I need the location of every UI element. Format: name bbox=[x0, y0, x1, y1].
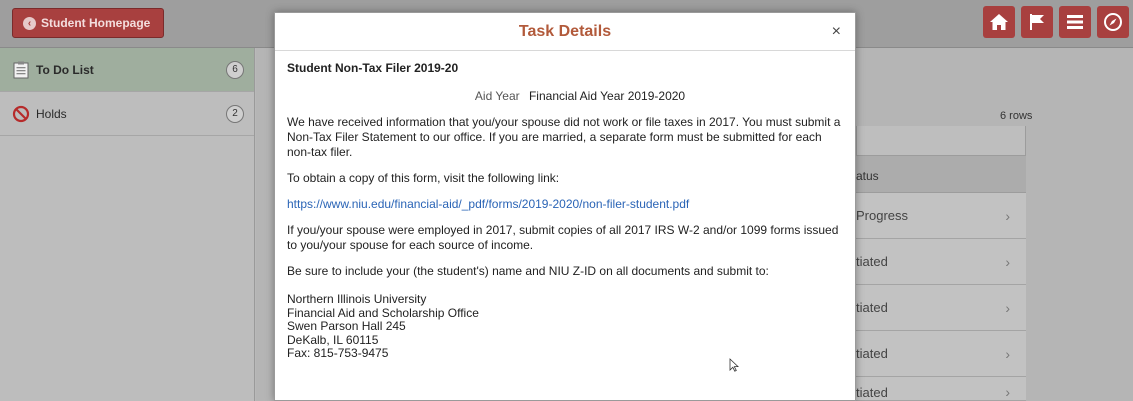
address-line: DeKalb, IL 60115 bbox=[287, 332, 379, 347]
table-row[interactable]: Progress › bbox=[856, 193, 1026, 239]
row-status: tiated bbox=[856, 346, 888, 361]
aid-year-value: Financial Aid Year 2019-2020 bbox=[528, 89, 686, 103]
address-line: Northern Illinois University bbox=[287, 292, 427, 306]
count-badge: 2 bbox=[226, 105, 244, 123]
row-status: tiated bbox=[856, 300, 888, 315]
form-link[interactable]: https://www.niu.edu/financial-aid/_pdf/f… bbox=[287, 197, 689, 212]
table-row[interactable]: tiated › bbox=[856, 239, 1026, 285]
task-description: We have received information that you/yo… bbox=[287, 115, 841, 159]
address-line: Swen Parson Hall 245 bbox=[287, 319, 406, 333]
checklist-icon bbox=[12, 61, 30, 79]
rows-count: 6 rows bbox=[1000, 110, 1033, 122]
modal-header: Task Details × bbox=[275, 13, 855, 51]
chevron-right-icon: › bbox=[1005, 345, 1010, 362]
submission-instructions: Be sure to include your (the student's) … bbox=[287, 264, 769, 278]
chevron-left-icon: ‹ bbox=[23, 16, 36, 30]
form-instructions: To obtain a copy of this form, visit the… bbox=[287, 171, 560, 185]
student-homepage-button[interactable]: ‹ Student Homepage bbox=[12, 8, 164, 38]
student-homepage-label: Student Homepage bbox=[41, 16, 151, 30]
top-icon-group bbox=[983, 6, 1129, 38]
table-row[interactable]: tiated › bbox=[856, 331, 1026, 377]
row-status: tiated bbox=[856, 385, 888, 400]
status-header-label: atus bbox=[856, 169, 879, 183]
no-entry-icon bbox=[12, 105, 30, 123]
mouse-cursor-icon bbox=[729, 358, 739, 372]
modal-body: Student Non-Tax Filer 2019-20 Aid Year F… bbox=[275, 61, 855, 361]
task-details-modal: Task Details × Student Non-Tax Filer 201… bbox=[274, 12, 856, 401]
compass-icon[interactable] bbox=[1097, 6, 1129, 38]
chevron-right-icon: › bbox=[1005, 299, 1010, 316]
mailing-address: Northern Illinois University Financial A… bbox=[287, 292, 843, 361]
left-sidebar: To Do List 6 Holds 2 bbox=[0, 48, 255, 401]
address-line: Financial Aid and Scholarship Office bbox=[287, 305, 479, 320]
close-icon[interactable]: × bbox=[832, 24, 841, 40]
row-status: tiated bbox=[856, 254, 888, 269]
chevron-right-icon: › bbox=[1005, 384, 1010, 400]
sidebar-item-label: Holds bbox=[36, 106, 67, 121]
modal-title: Task Details bbox=[518, 23, 612, 40]
chevron-right-icon: › bbox=[1005, 207, 1010, 224]
row-status: Progress bbox=[856, 208, 909, 223]
flag-icon[interactable] bbox=[1021, 6, 1053, 38]
menu-icon[interactable] bbox=[1059, 6, 1091, 38]
aid-year-label: Aid Year bbox=[474, 89, 520, 103]
task-name: Student Non-Tax Filer 2019-20 bbox=[287, 61, 459, 75]
sidebar-item-holds[interactable]: Holds 2 bbox=[0, 92, 254, 136]
home-icon[interactable] bbox=[983, 6, 1015, 38]
sidebar-item-todo-list[interactable]: To Do List 6 bbox=[0, 48, 254, 92]
employment-instructions: If you/your spouse were employed in 2017… bbox=[287, 223, 839, 252]
table-row[interactable]: tiated › bbox=[856, 377, 1026, 401]
status-column-header: atus bbox=[856, 155, 1026, 193]
count-badge: 6 bbox=[226, 61, 244, 79]
address-line: Fax: 815-753-9475 bbox=[287, 346, 389, 360]
sidebar-item-label: To Do List bbox=[36, 62, 94, 77]
aid-year-row: Aid Year Financial Aid Year 2019-2020 bbox=[287, 89, 843, 104]
table-row[interactable]: tiated › bbox=[856, 285, 1026, 331]
chevron-right-icon: › bbox=[1005, 253, 1010, 270]
